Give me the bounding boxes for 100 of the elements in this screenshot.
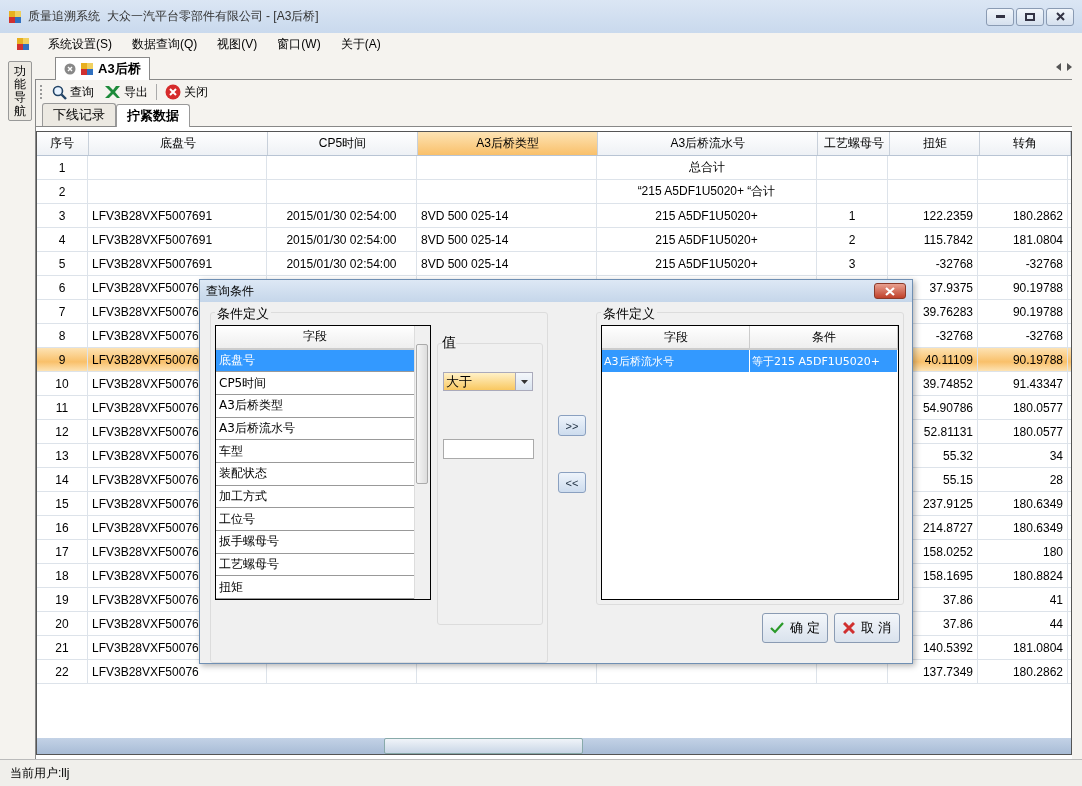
table-cell: LFV3B28VXF50076: [92, 448, 199, 463]
minimize-button[interactable]: [986, 7, 1014, 26]
group-title: 值: [442, 334, 456, 352]
table-cell: -32768: [1025, 256, 1063, 271]
table-cell: 16: [55, 520, 69, 535]
table-row[interactable]: 5 LFV3B28VXF5007691 2015/01/30 02:54:00 8VD 500 025-14 215 A5DF1U5020+ 3 -32768 -32768: [37, 252, 1071, 276]
column-header[interactable]: 转角: [980, 132, 1071, 155]
scroll-left-icon[interactable]: [1056, 63, 1061, 71]
table-cell: 180.2862: [1012, 664, 1063, 679]
column-header[interactable]: 扭矩: [889, 132, 981, 155]
table-cell: 1: [58, 160, 66, 175]
table-cell: LFV3B28VXF50076: [92, 568, 199, 583]
table-cell: 6: [58, 280, 66, 295]
table-cell: 22: [55, 664, 69, 679]
table-cell: 18: [55, 568, 69, 583]
cancel-button[interactable]: 取 消: [834, 613, 900, 643]
table-cell: 215 A5DF1U5020+: [655, 208, 758, 223]
table-cell: LFV3B28VXF50076: [92, 424, 199, 439]
table-cell: 34: [1049, 448, 1063, 463]
table-cell: 180.8824: [1012, 568, 1063, 583]
menu-item[interactable]: 视图(V): [207, 33, 268, 55]
table-cell: 180.0577: [1012, 400, 1063, 415]
table-cell: 3: [58, 208, 66, 223]
document-tab[interactable]: A3后桥: [55, 57, 150, 80]
operator-dropdown[interactable]: 大于: [443, 372, 533, 391]
table-cell: 28: [1049, 472, 1063, 487]
table-cell: 90.19788: [1012, 352, 1063, 367]
maximize-button[interactable]: [1016, 7, 1044, 26]
close-icon[interactable]: [64, 63, 76, 75]
column-header[interactable]: 底盘号: [88, 132, 268, 155]
table-cell: LFV3B28VXF50076: [92, 280, 199, 295]
table-row[interactable]: 1 总合计: [37, 156, 1071, 180]
table-cell: LFV3B28VXF50076: [92, 376, 199, 391]
table-cell: -32768: [1025, 328, 1063, 343]
value-field[interactable]: [443, 439, 534, 459]
tab[interactable]: 下线记录: [42, 103, 116, 126]
ok-button[interactable]: 确 定: [762, 613, 828, 643]
toolbar-button[interactable]: 导出: [102, 82, 150, 102]
column-header[interactable]: 工艺螺母号: [818, 132, 890, 155]
close-button[interactable]: [1046, 7, 1074, 26]
table-cell: 237.9125: [922, 496, 973, 511]
table-cell: -32768: [935, 328, 973, 343]
table-cell: “215 A5DF1U5020+ “合计: [637, 183, 776, 200]
table-cell: 5: [58, 256, 66, 271]
table-cell: LFV3B28VXF50076: [92, 352, 199, 367]
status-text: 当前用户:llj: [10, 764, 70, 782]
app-icon: [80, 62, 94, 76]
table-row[interactable]: 2 “215 A5DF1U5020+ “合计: [37, 180, 1071, 204]
menu-item[interactable]: 数据查询(Q): [122, 33, 208, 55]
table-cell: 37.9375: [929, 280, 973, 295]
table-cell: 115.7842: [923, 232, 973, 247]
table-cell: LFV3B28VXF50076: [92, 472, 199, 487]
field-list[interactable]: 字段 底盘号 CP5时间 A3后桥类型 A3后桥流水号 车型 装配状态 加工方式 工位号 扳手螺母号 工艺螺母号 扭矩: [215, 325, 431, 600]
table-cell: LFV3B28VXF5007691: [92, 208, 213, 223]
horizontal-scrollbar[interactable]: [37, 738, 1071, 754]
remove-button[interactable]: <<: [558, 472, 586, 493]
search-icon: [52, 84, 67, 100]
table-cell: 11: [55, 400, 69, 415]
table-cell: 41: [1049, 592, 1063, 607]
close-icon: [1055, 12, 1065, 21]
list-header: 字段: [216, 326, 414, 350]
table-cell: LFV3B28VXF5007691: [92, 256, 213, 271]
table-cell: 2015/01/30 02:54:00: [286, 208, 397, 223]
table-cell: 140.5392: [922, 640, 973, 655]
table-cell: 2: [848, 232, 856, 247]
table-cell: 12: [55, 424, 69, 439]
scroll-right-icon[interactable]: [1067, 63, 1072, 71]
menu-item[interactable]: 窗口(W): [267, 33, 331, 55]
table-cell: LFV3B28VXF50076: [92, 640, 199, 655]
toolbar-button[interactable]: 关闭: [163, 82, 210, 102]
table-cell: 8: [58, 328, 66, 343]
column-header[interactable]: A3后桥流水号: [598, 132, 819, 155]
table-cell: 181.0804: [1012, 232, 1063, 247]
close-button[interactable]: [874, 283, 906, 299]
table-cell: 39.76283: [922, 304, 973, 319]
table-cell: 13: [55, 448, 69, 463]
table-cell: 52.81131: [923, 424, 973, 439]
check-icon: [770, 622, 785, 634]
app-icon: [16, 37, 30, 51]
tab[interactable]: 拧紧数据: [116, 104, 190, 127]
add-button[interactable]: >>: [558, 415, 586, 436]
table-cell: 20: [55, 616, 69, 631]
minimize-icon: [995, 15, 1005, 18]
column-header[interactable]: A3后桥类型: [418, 132, 599, 155]
table-cell: 55.15: [942, 472, 973, 487]
table-cell: 15: [55, 496, 69, 511]
table-cell: 37.86: [942, 592, 973, 607]
condition-list[interactable]: 字段 条件 A3后桥流水号 等于215 A5DF1U5020+: [601, 325, 899, 600]
menu-item[interactable]: 系统设置(S): [38, 33, 122, 55]
table-cell: LFV3B28VXF50076: [92, 496, 199, 511]
table-row[interactable]: 3 LFV3B28VXF5007691 2015/01/30 02:54:00 8VD 500 025-14 215 A5DF1U5020+ 1 122.2359 180.2862: [37, 204, 1071, 228]
toolbar-button[interactable]: 查询: [50, 82, 96, 102]
close-icon: [165, 84, 181, 100]
vertical-scrollbar[interactable]: [414, 326, 430, 599]
side-nav-tab[interactable]: 功能导航: [8, 61, 32, 121]
column-header[interactable]: 序号: [37, 132, 89, 155]
table-cell: 158.0252: [922, 544, 973, 559]
table-row[interactable]: 4 LFV3B28VXF5007691 2015/01/30 02:54:00 8VD 500 025-14 215 A5DF1U5020+ 2 115.7842 181.0804: [37, 228, 1071, 252]
menu-item[interactable]: 关于(A): [330, 33, 391, 55]
table-cell: 44: [1049, 616, 1063, 631]
